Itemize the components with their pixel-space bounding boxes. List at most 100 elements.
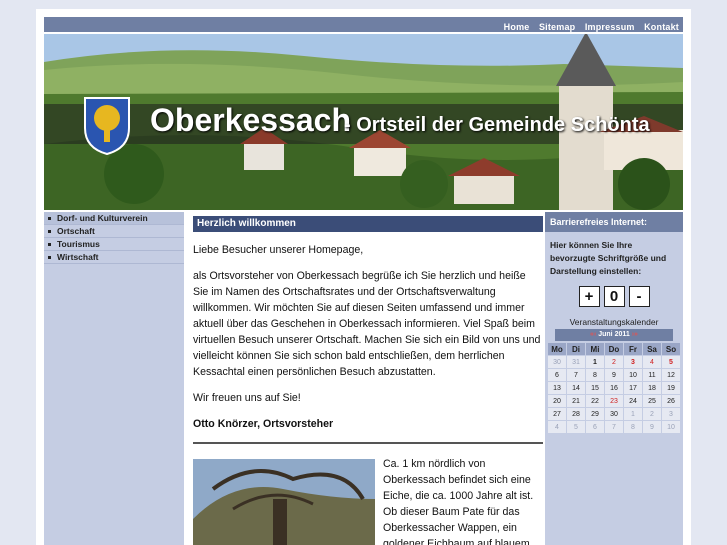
- next-month-icon[interactable]: ›»: [632, 331, 638, 338]
- calendar-day[interactable]: 9: [643, 421, 661, 433]
- calendar-day[interactable]: 1: [624, 408, 642, 420]
- font-reset-button[interactable]: 0: [603, 286, 625, 307]
- accessibility-sidebar: Barrierefreies Internet: Hier können Sie…: [545, 212, 683, 545]
- sidebar-item-wirtschaft[interactable]: Wirtschaft: [44, 251, 184, 264]
- nav-impressum-link[interactable]: Impressum: [585, 22, 635, 32]
- event-calendar: Veranstaltungskalender «‹ Juni 2011 ›» M…: [545, 317, 683, 434]
- calendar-day[interactable]: 2: [643, 408, 661, 420]
- calendar-day[interactable]: 1: [586, 356, 604, 368]
- calendar-day[interactable]: 8: [586, 369, 604, 381]
- calendar-day[interactable]: 8: [624, 421, 642, 433]
- calendar-day[interactable]: 29: [586, 408, 604, 420]
- accessibility-heading: Barrierefreies Internet:: [545, 212, 683, 232]
- calendar-week-row: 20 21 22 23 24 25 26: [548, 395, 680, 407]
- top-navigation: Home Sitemap Impressum Kontakt: [44, 17, 683, 32]
- main-content: Herzlich willkommen Liebe Besucher unser…: [193, 216, 543, 545]
- calendar-day[interactable]: 4: [548, 421, 566, 433]
- calendar-day[interactable]: 20: [548, 395, 566, 407]
- sidebar-item-label: Dorf- und Kulturverein: [57, 213, 148, 223]
- calendar-day[interactable]: 23: [605, 395, 623, 407]
- weekday-header: So: [662, 343, 680, 355]
- signature-text: Otto Knörzer, Ortsvorsteher: [193, 418, 334, 430]
- calendar-day[interactable]: 16: [605, 382, 623, 394]
- weekday-header: Fr: [624, 343, 642, 355]
- calendar-day[interactable]: 5: [567, 421, 585, 433]
- section-divider: [193, 442, 543, 444]
- calendar-day[interactable]: 15: [586, 382, 604, 394]
- font-increase-button[interactable]: +: [578, 286, 600, 307]
- calendar-day[interactable]: 6: [548, 369, 566, 381]
- calendar-day[interactable]: 17: [624, 382, 642, 394]
- weekday-header: Sa: [643, 343, 661, 355]
- calendar-day[interactable]: 18: [643, 382, 661, 394]
- header-banner: Oberkessach - Ortsteil der Gemeinde Schö…: [44, 34, 683, 210]
- closing-text: Wir freuen uns auf Sie!: [193, 392, 301, 404]
- calendar-month-label: Juni 2011: [598, 331, 630, 338]
- weekday-header-row: Mo Di Mi Do Fr Sa So: [548, 343, 680, 355]
- oak-tree-photo: [193, 459, 375, 545]
- calendar-day[interactable]: 28: [567, 408, 585, 420]
- calendar-day[interactable]: 3: [662, 408, 680, 420]
- welcome-body-text: als Ortsvorsteher von Oberkessach begrüß…: [193, 270, 541, 378]
- sidebar-item-tourismus[interactable]: Tourismus: [44, 238, 184, 251]
- site-subtitle: - Ortsteil der Gemeinde Schönta: [344, 114, 650, 136]
- calendar-day[interactable]: 6: [586, 421, 604, 433]
- calendar-week-row: 6 7 8 9 10 11 12: [548, 369, 680, 381]
- calendar-week-row: 13 14 15 16 17 18 19: [548, 382, 680, 394]
- calendar-month-bar: «‹ Juni 2011 ›»: [555, 329, 673, 341]
- sidebar-item-dorf-und-kulturverein[interactable]: Dorf- und Kulturverein: [44, 212, 184, 225]
- sidebar-item-label: Tourismus: [57, 239, 100, 249]
- calendar-day[interactable]: 10: [662, 421, 680, 433]
- calendar-day[interactable]: 5: [662, 356, 680, 368]
- nav-kontakt-link[interactable]: Kontakt: [644, 22, 679, 32]
- calendar-day[interactable]: 27: [548, 408, 566, 420]
- weekday-header: Mi: [586, 343, 604, 355]
- page-container: Home Sitemap Impressum Kontakt Oberkessa…: [36, 9, 691, 545]
- calendar-day[interactable]: 21: [567, 395, 585, 407]
- calendar-day[interactable]: 13: [548, 382, 566, 394]
- calendar-week-row: 27 28 29 30 1 2 3: [548, 408, 680, 420]
- prev-month-icon[interactable]: «‹: [590, 331, 596, 338]
- calendar-week-row: 4 5 6 7 8 9 10: [548, 421, 680, 433]
- font-size-controls: +0-: [545, 286, 683, 307]
- calendar-day[interactable]: 12: [662, 369, 680, 381]
- site-title: Oberkessach: [150, 102, 352, 138]
- nav-home-link[interactable]: Home: [504, 22, 530, 32]
- coat-of-arms-icon: [84, 97, 130, 156]
- calendar-day[interactable]: 3: [624, 356, 642, 368]
- calendar-day[interactable]: 9: [605, 369, 623, 381]
- calendar-day[interactable]: 19: [662, 382, 680, 394]
- calendar-day[interactable]: 11: [643, 369, 661, 381]
- calendar-day[interactable]: 7: [567, 369, 585, 381]
- calendar-day[interactable]: 31: [567, 356, 585, 368]
- sidebar-item-label: Wirtschaft: [57, 252, 99, 262]
- calendar-day[interactable]: 24: [624, 395, 642, 407]
- sidebar-navigation: Dorf- und Kulturverein Ortschaft Tourism…: [44, 212, 184, 545]
- calendar-day[interactable]: 7: [605, 421, 623, 433]
- bullet-icon: [48, 217, 51, 221]
- calendar-grid: Mo Di Mi Do Fr Sa So 30 31 1 2 3 4 5 6 7…: [547, 342, 681, 434]
- calendar-day[interactable]: 2: [605, 356, 623, 368]
- oak-tree-text: Ca. 1 km nördlich von Oberkessach befind…: [383, 458, 534, 545]
- greeting-text: Liebe Besucher unserer Homepage,: [193, 244, 364, 256]
- welcome-heading: Herzlich willkommen: [193, 216, 543, 232]
- bullet-icon: [48, 256, 51, 260]
- font-decrease-button[interactable]: -: [628, 286, 650, 307]
- nav-sitemap-link[interactable]: Sitemap: [539, 22, 575, 32]
- sidebar-item-ortschaft[interactable]: Ortschaft: [44, 225, 184, 238]
- calendar-week-row: 30 31 1 2 3 4 5: [548, 356, 680, 368]
- calendar-title: Veranstaltungskalender: [569, 317, 659, 327]
- calendar-day[interactable]: 25: [643, 395, 661, 407]
- calendar-day[interactable]: 10: [624, 369, 642, 381]
- calendar-day[interactable]: 22: [586, 395, 604, 407]
- calendar-day[interactable]: 26: [662, 395, 680, 407]
- weekday-header: Di: [567, 343, 585, 355]
- accessibility-intro: Hier können Sie Ihre bevorzugte Schriftg…: [550, 240, 667, 276]
- calendar-day[interactable]: 4: [643, 356, 661, 368]
- bullet-icon: [48, 230, 51, 234]
- sidebar-item-label: Ortschaft: [57, 226, 95, 236]
- bullet-icon: [48, 243, 51, 247]
- calendar-day[interactable]: 30: [605, 408, 623, 420]
- calendar-day[interactable]: 14: [567, 382, 585, 394]
- calendar-day[interactable]: 30: [548, 356, 566, 368]
